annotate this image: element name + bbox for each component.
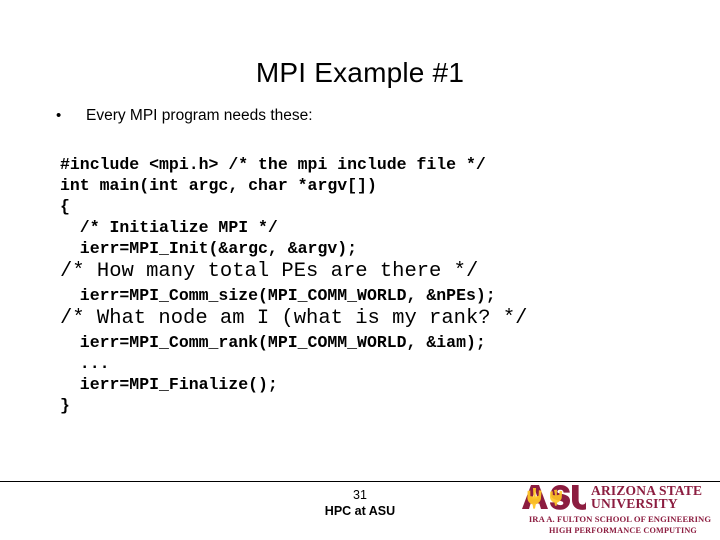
code-line: /* Initialize MPI */: [60, 218, 278, 237]
code-line: ierr=MPI_Comm_rank(MPI_COMM_WORLD, &iam)…: [60, 333, 486, 352]
asu-logo: ARIZONA STATE UNIVERSITY IRA A. FULTON S…: [520, 484, 716, 536]
code-line: ierr=MPI_Finalize();: [60, 375, 278, 394]
code-line: /* How many total PEs are there */: [60, 260, 479, 283]
slide-canvas: MPI Example #1 • Every MPI program needs…: [0, 0, 720, 540]
bullet-item-label: Every MPI program needs these:: [86, 107, 313, 124]
page-title: MPI Example #1: [255, 57, 465, 88]
asu-wordmark-line-2: UNIVERSITY: [591, 496, 678, 511]
asu-tagline-engineering: IRA A. FULTON SCHOOL OF ENGINEERING: [528, 514, 712, 524]
bullet-list-item: • Every MPI program needs these:: [56, 106, 616, 126]
asu-wordmark: ARIZONA STATE UNIVERSITY: [591, 484, 702, 511]
asu-tagline-hpc: HIGH PERFORMANCE COMPUTING: [548, 526, 698, 535]
code-line: /* What node am I (what is my rank? */: [60, 307, 528, 330]
code-line: ierr=MPI_Init(&argc, &argv);: [60, 239, 358, 258]
code-line: #include <mpi.h> /* the mpi include file…: [60, 155, 486, 174]
code-line: }: [60, 396, 70, 415]
bullet-marker-icon: •: [56, 107, 62, 124]
code-line: ierr=MPI_Comm_size(MPI_COMM_WORLD, &nPEs…: [60, 286, 496, 305]
code-line: int main(int argc, char *argv[]): [60, 176, 377, 195]
code-line: ...: [60, 354, 110, 373]
asu-pitchfork-icon: [520, 484, 586, 510]
footer-divider: [0, 481, 720, 482]
code-block: #include <mpi.h> /* the mpi include file…: [60, 154, 660, 416]
asu-logo-top-row: ARIZONA STATE UNIVERSITY: [520, 484, 716, 512]
code-line: {: [60, 197, 70, 216]
